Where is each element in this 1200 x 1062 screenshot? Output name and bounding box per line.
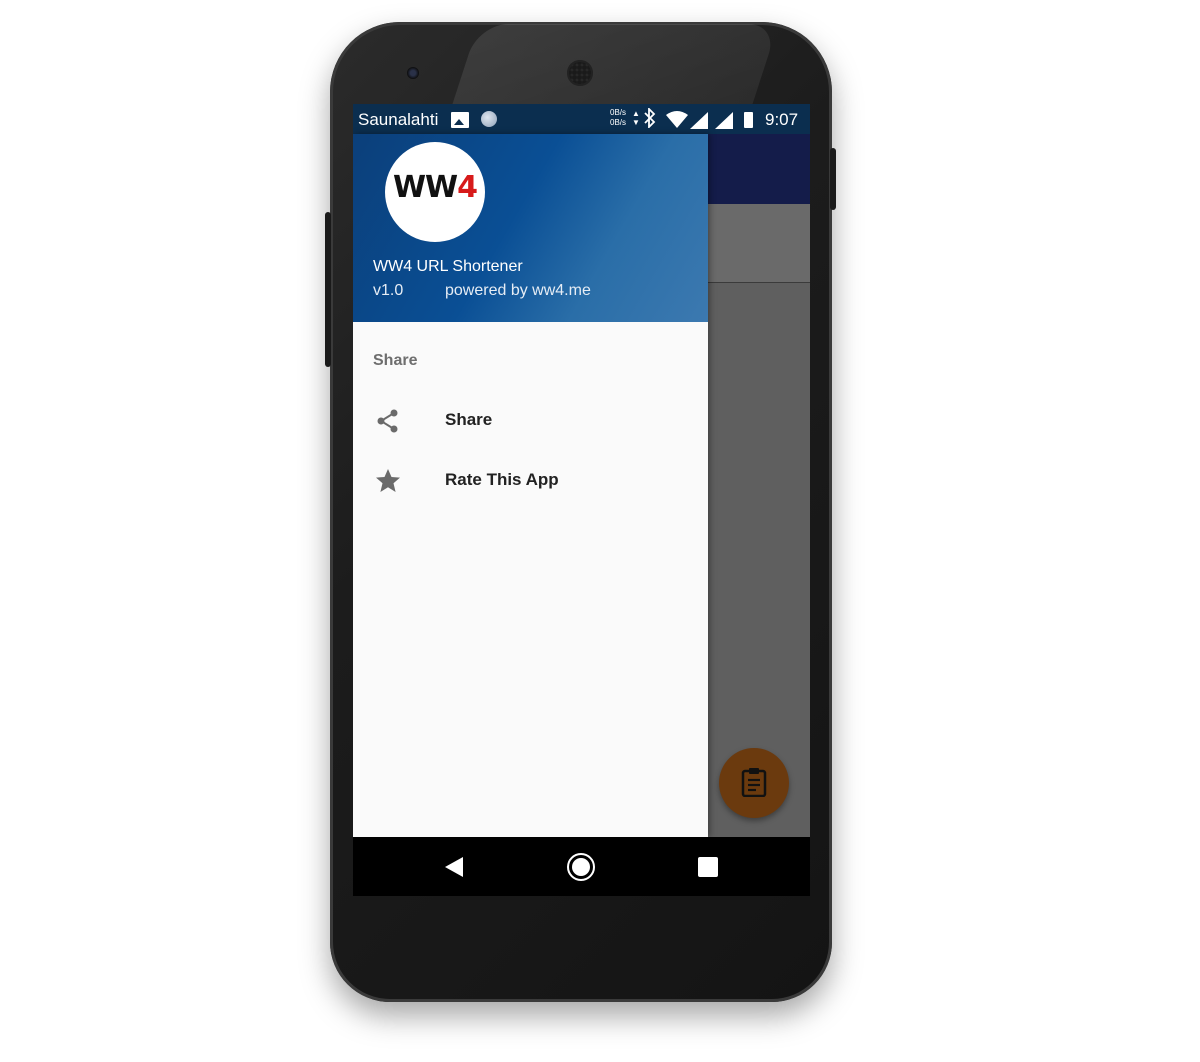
menu-item-label: Rate This App [445, 470, 559, 489]
signal-icon [690, 112, 708, 129]
logo-text: WW4 [391, 170, 479, 205]
data-arrows-icon: ▲ ▼ [632, 109, 640, 127]
circle-notification-icon [481, 111, 497, 127]
status-bar: Saunalahti 0B/s 0B/s ▲ ▼ 9:07 [353, 104, 810, 134]
app-content-header [708, 204, 810, 283]
earpiece-speaker [567, 60, 593, 86]
speed-up: 0B/s [610, 108, 627, 117]
recents-icon[interactable] [698, 857, 718, 877]
navigation-drawer: WW4 WW4 URL Shortener v1.0 powered by ww… [353, 134, 708, 837]
carrier-name: Saunalahti [358, 110, 439, 129]
logo-text-main: WW [392, 170, 458, 205]
phone-screen: Saunalahti 0B/s 0B/s ▲ ▼ 9:07 WW4 WW4 UR… [353, 104, 810, 896]
speed-down: 0B/s [610, 118, 627, 127]
menu-item-label: Share [445, 410, 493, 429]
share-icon [377, 409, 398, 433]
app-name: WW4 URL Shortener [373, 258, 523, 275]
system-nav-bar [353, 837, 810, 896]
drawer-header: WW4 WW4 URL Shortener v1.0 powered by ww… [353, 134, 708, 322]
app-version: v1.0 [373, 282, 404, 299]
clipboard-icon [741, 768, 767, 797]
home-icon[interactable] [567, 853, 595, 881]
star-icon [376, 469, 400, 492]
wifi-icon [666, 110, 688, 128]
app-logo: WW4 [385, 142, 485, 242]
app-toolbar [708, 134, 810, 204]
volume-button [325, 212, 331, 367]
clock: 9:07 [765, 110, 799, 129]
network-speed: 0B/s 0B/s [610, 108, 626, 128]
front-camera [407, 67, 419, 79]
section-title-share: Share [373, 352, 418, 369]
signal-icon [715, 112, 733, 129]
back-icon[interactable] [445, 857, 463, 877]
menu-item-share[interactable]: Share [353, 392, 708, 448]
powered-by: powered by ww4.me [445, 282, 591, 299]
paste-fab-button[interactable] [719, 748, 789, 818]
power-button [830, 148, 836, 210]
menu-item-rate-this-app[interactable]: Rate This App [353, 452, 708, 508]
bluetooth-icon [643, 106, 657, 133]
battery-icon [744, 112, 753, 128]
image-icon [451, 112, 469, 128]
logo-text-accent: 4 [457, 170, 478, 205]
